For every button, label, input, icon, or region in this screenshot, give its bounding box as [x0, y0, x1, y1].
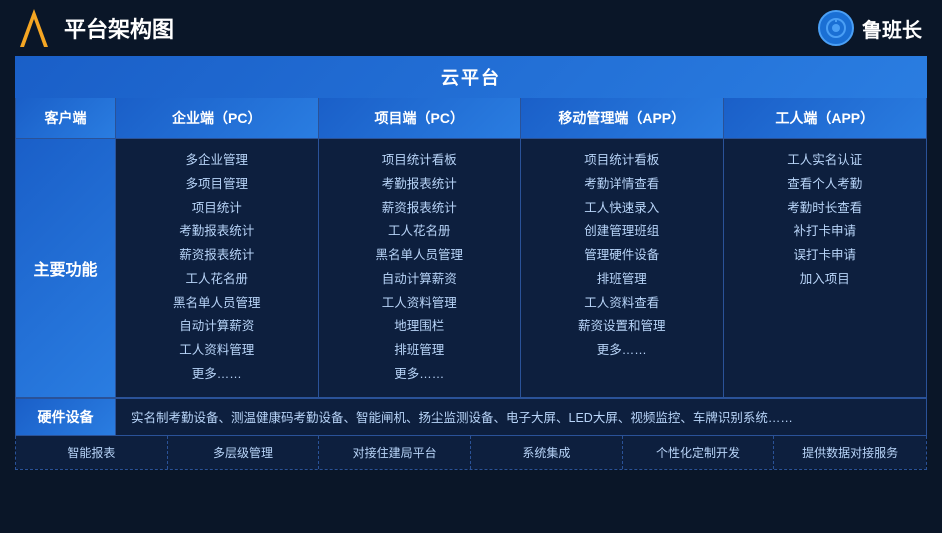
- list-item: 工人资料管理: [124, 339, 310, 363]
- col-header-worker: 工人端（APP）: [724, 98, 927, 139]
- brand: 鲁班长: [818, 10, 922, 46]
- col-header-project: 项目端（PC）: [319, 98, 522, 139]
- bottom-cell: 提供数据对接服务: [774, 436, 926, 469]
- hardware-content: 实名制考勤设备、测温健康码考勤设备、智能闸机、扬尘监测设备、电子大屏、LED大屏…: [116, 399, 926, 435]
- list-item: 创建管理班组: [529, 220, 715, 244]
- main-function-label: 主要功能: [16, 139, 116, 398]
- list-item: 补打卡申请: [732, 220, 919, 244]
- list-item: 工人快速录入: [529, 197, 715, 221]
- list-item: 黑名单人员管理: [327, 244, 513, 268]
- header-left: 平台架构图: [20, 9, 174, 47]
- list-item: 地理围栏: [327, 315, 513, 339]
- bottom-cell: 智能报表: [16, 436, 168, 469]
- header: 平台架构图 鲁班长: [0, 0, 942, 56]
- mobile-features: 项目统计看板考勤详情查看工人快速录入创建管理班组管理硬件设备排班管理工人资料查看…: [521, 139, 724, 398]
- list-item: 工人花名册: [124, 268, 310, 292]
- list-item: 薪资报表统计: [327, 197, 513, 221]
- cloud-platform-header: 云平台: [15, 56, 927, 98]
- brand-icon: [818, 10, 854, 46]
- list-item: 更多……: [327, 363, 513, 387]
- hardware-row: 硬件设备 实名制考勤设备、测温健康码考勤设备、智能闸机、扬尘监测设备、电子大屏、…: [15, 399, 927, 436]
- bottom-cell: 个性化定制开发: [623, 436, 775, 469]
- list-item: 考勤详情查看: [529, 173, 715, 197]
- list-item: 项目统计: [124, 197, 310, 221]
- page-title: 平台架构图: [64, 12, 174, 44]
- list-item: 排班管理: [327, 339, 513, 363]
- list-item: 加入项目: [732, 268, 919, 292]
- list-item: 更多……: [529, 339, 715, 363]
- bottom-cell: 对接住建局平台: [319, 436, 471, 469]
- list-item: 多项目管理: [124, 173, 310, 197]
- list-item: 薪资报表统计: [124, 244, 310, 268]
- list-item: 考勤报表统计: [327, 173, 513, 197]
- list-item: 工人实名认证: [732, 149, 919, 173]
- brand-name: 鲁班长: [862, 14, 922, 43]
- col-header-mobile: 移动管理端（APP）: [521, 98, 724, 139]
- bottom-cell: 系统集成: [471, 436, 623, 469]
- list-item: 更多……: [124, 363, 310, 387]
- list-item: 查看个人考勤: [732, 173, 919, 197]
- list-item: 项目统计看板: [327, 149, 513, 173]
- enterprise-features: 多企业管理多项目管理项目统计考勤报表统计薪资报表统计工人花名册黑名单人员管理自动…: [116, 139, 319, 398]
- col-header-enterprise: 企业端（PC）: [116, 98, 319, 139]
- list-item: 黑名单人员管理: [124, 292, 310, 316]
- col-header-client: 客户端: [16, 98, 116, 139]
- list-item: 误打卡申请: [732, 244, 919, 268]
- list-item: 管理硬件设备: [529, 244, 715, 268]
- project-features: 项目统计看板考勤报表统计薪资报表统计工人花名册黑名单人员管理自动计算薪资工人资料…: [319, 139, 522, 398]
- list-item: 工人资料管理: [327, 292, 513, 316]
- main-grid: 客户端 企业端（PC） 项目端（PC） 移动管理端（APP） 工人端（APP） …: [15, 98, 927, 399]
- list-item: 工人资料查看: [529, 292, 715, 316]
- list-item: 工人花名册: [327, 220, 513, 244]
- list-item: 自动计算薪资: [124, 315, 310, 339]
- list-item: 考勤报表统计: [124, 220, 310, 244]
- bottom-row: 智能报表多层级管理对接住建局平台系统集成个性化定制开发提供数据对接服务: [15, 436, 927, 470]
- worker-features: 工人实名认证查看个人考勤考勤时长查看补打卡申请误打卡申请加入项目: [724, 139, 927, 398]
- main-container: 云平台 客户端 企业端（PC） 项目端（PC） 移动管理端（APP） 工人端（A…: [15, 56, 927, 470]
- bottom-cell: 多层级管理: [168, 436, 320, 469]
- list-item: 排班管理: [529, 268, 715, 292]
- list-item: 项目统计看板: [529, 149, 715, 173]
- list-item: 多企业管理: [124, 149, 310, 173]
- list-item: 自动计算薪资: [327, 268, 513, 292]
- list-item: 考勤时长查看: [732, 197, 919, 221]
- list-item: 薪资设置和管理: [529, 315, 715, 339]
- logo-icon: [20, 9, 48, 47]
- hardware-label: 硬件设备: [16, 399, 116, 435]
